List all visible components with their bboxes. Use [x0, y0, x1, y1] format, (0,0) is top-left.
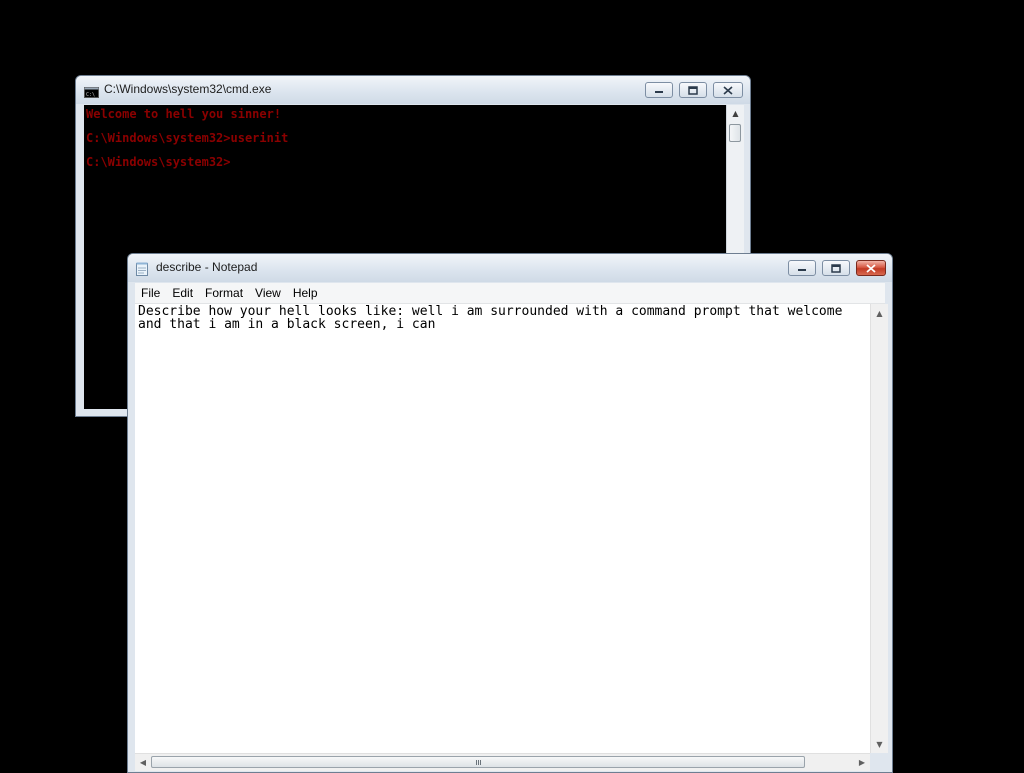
restore-icon — [831, 263, 841, 273]
minimize-icon — [655, 91, 663, 93]
text-editor[interactable]: Describe how your hell looks like: well … — [135, 304, 870, 753]
close-icon — [866, 263, 876, 273]
menu-help[interactable]: Help — [287, 286, 324, 300]
cmd-title: C:\Windows\system32\cmd.exe — [104, 82, 272, 96]
restore-icon — [688, 85, 698, 95]
close-icon — [723, 85, 733, 95]
cmd-close-button[interactable] — [713, 82, 743, 98]
menu-file[interactable]: File — [135, 286, 166, 300]
console-icon: C:\ — [84, 83, 99, 102]
menu-format[interactable]: Format — [199, 286, 249, 300]
scroll-left-icon[interactable]: ◀ — [135, 754, 151, 771]
scroll-down-icon[interactable]: ▼ — [871, 737, 888, 751]
minimize-icon — [798, 269, 806, 271]
notepad-maximize-button[interactable] — [822, 260, 850, 276]
cmd-titlebar[interactable]: C:\ C:\Windows\system32\cmd.exe — [76, 76, 750, 104]
grip-icon — [475, 759, 481, 765]
notepad-close-button[interactable] — [856, 260, 886, 276]
notepad-title: describe - Notepad — [156, 260, 258, 274]
cmd-scroll-thumb[interactable] — [729, 124, 741, 142]
cmd-minimize-button[interactable] — [645, 82, 673, 98]
menu-edit[interactable]: Edit — [166, 286, 199, 300]
scroll-up-icon[interactable]: ▲ — [727, 105, 744, 122]
notepad-horizontal-scrollbar[interactable]: ◀ ▶ — [135, 753, 870, 771]
console-line: C:\Windows\system32> — [86, 155, 231, 169]
menu-bar: File Edit Format View Help — [135, 283, 885, 304]
console-line: Welcome to hell you sinner! — [86, 107, 282, 121]
scroll-right-icon[interactable]: ▶ — [854, 754, 870, 771]
notepad-window[interactable]: describe - Notepad File Edit Format View… — [127, 253, 893, 773]
editor-content[interactable]: Describe how your hell looks like: well … — [138, 305, 866, 331]
menu-view[interactable]: View — [249, 286, 287, 300]
console-line: C:\Windows\system32>userinit — [86, 131, 289, 145]
notepad-titlebar[interactable]: describe - Notepad — [128, 254, 892, 282]
notepad-vertical-scrollbar[interactable]: ▲ ▼ — [870, 304, 888, 753]
notepad-minimize-button[interactable] — [788, 260, 816, 276]
svg-text:C:\: C:\ — [86, 92, 95, 98]
notepad-icon — [136, 261, 148, 280]
notepad-hscroll-thumb[interactable] — [151, 756, 805, 768]
scroll-up-icon[interactable]: ▲ — [871, 306, 888, 320]
cmd-maximize-button[interactable] — [679, 82, 707, 98]
